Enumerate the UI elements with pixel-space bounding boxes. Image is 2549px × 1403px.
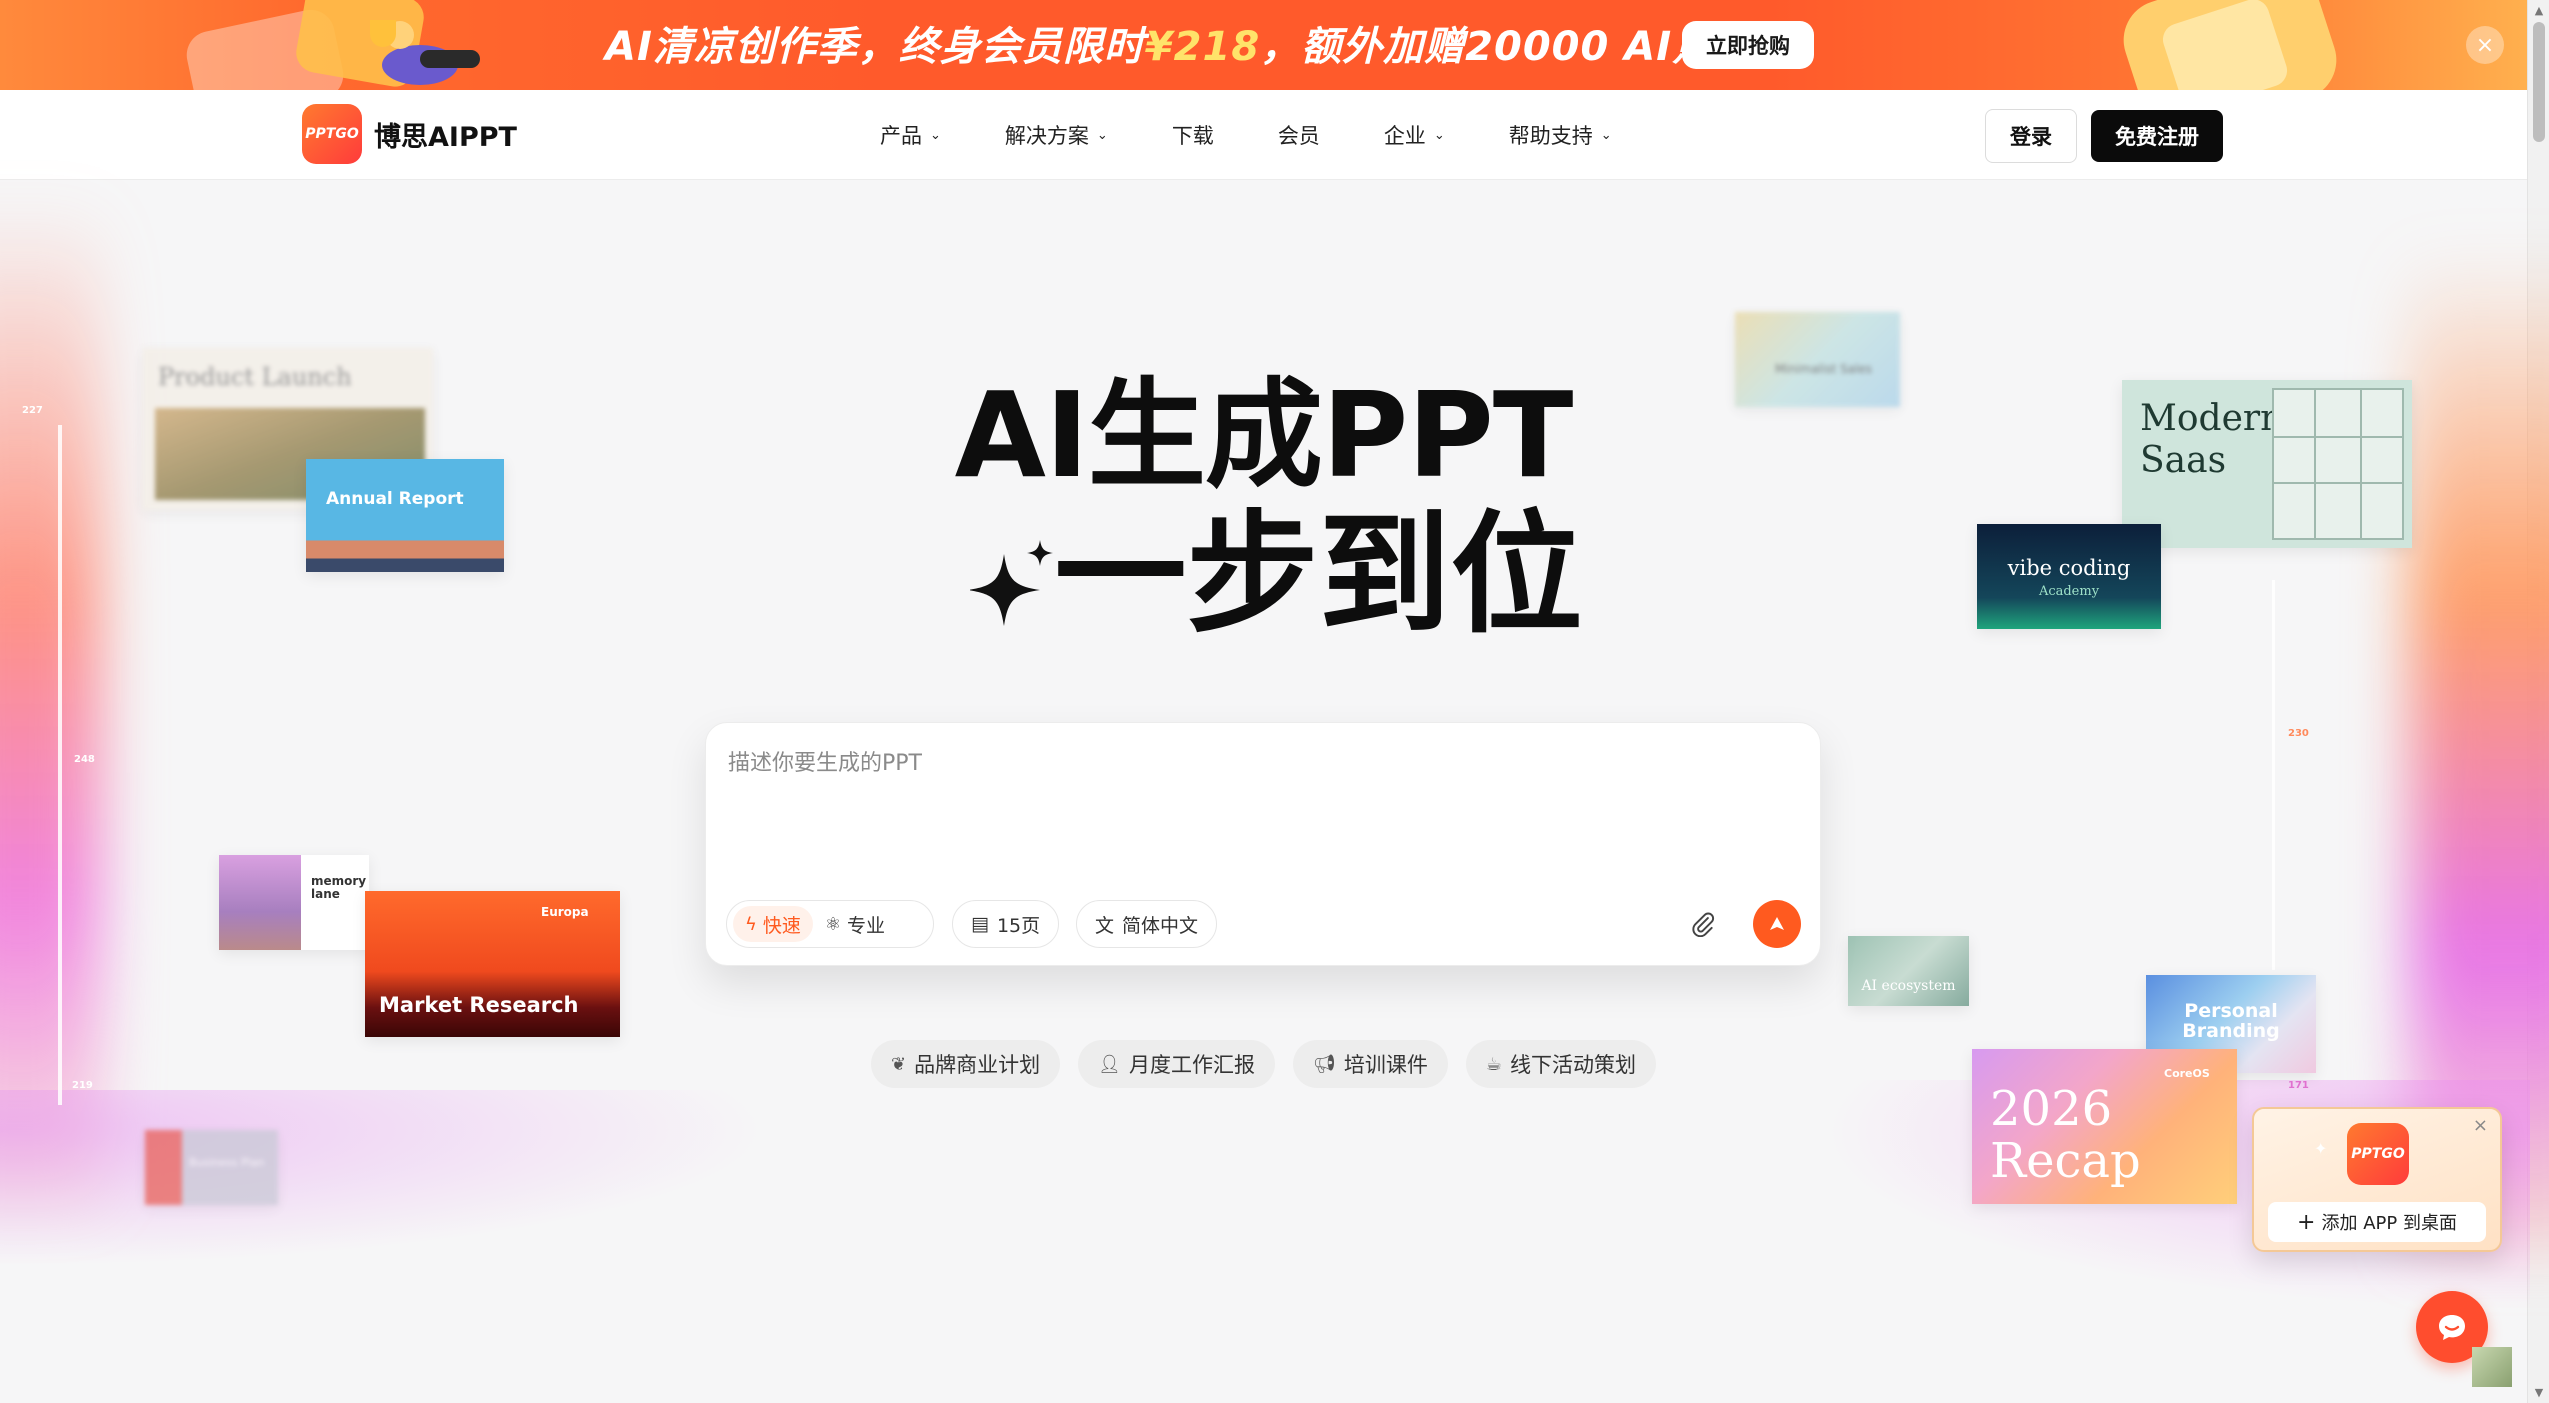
- atom-icon: ⚛: [824, 913, 842, 935]
- decorative-number: 248: [74, 754, 95, 765]
- paperclip-icon[interactable]: [1688, 909, 1718, 939]
- card-title: AI ecosystem: [1861, 978, 1956, 994]
- suggestion-chip-training[interactable]: 📢︎ 培训课件: [1292, 1040, 1448, 1088]
- trophy-figure-illustration: [370, 20, 480, 85]
- decorative-number: 230: [2288, 728, 2309, 739]
- nav-item-help[interactable]: 帮助支持 ⌄: [1509, 120, 1612, 150]
- language-value: 简体中文: [1122, 914, 1199, 937]
- chat-bubble-icon: [2439, 1315, 2465, 1340]
- background-glow: [0, 1090, 900, 1290]
- close-icon[interactable]: ×: [2466, 26, 2504, 64]
- nav-menu: 产品 ⌄ 解决方案 ⌄ 下载 会员 企业 ⌄ 帮助支持 ⌄: [880, 90, 1676, 180]
- chip-label: 线下活动策划: [1509, 1053, 1636, 1077]
- sparkle-icon: ✦: [2314, 1139, 2328, 1158]
- coffee-icon: ☕︎: [1485, 1053, 1502, 1075]
- page-count-selector[interactable]: ▤ 15页: [952, 900, 1060, 948]
- top-navbar: PPTGO 博思AIPPT 产品 ⌄ 解决方案 ⌄ 下载 会员 企业 ⌄ 帮助支持 ⌄ …: [0, 90, 2527, 180]
- login-button[interactable]: 登录: [1985, 109, 2077, 163]
- scroll-up-arrow-icon[interactable]: ▲: [2533, 4, 2545, 17]
- hero-title: AI生成PPT: [954, 366, 1574, 504]
- chevron-down-icon: ⌄: [1433, 127, 1445, 143]
- language-selector[interactable]: 文简体中文: [1076, 900, 1218, 948]
- nav-item-label: 帮助支持: [1508, 124, 1593, 148]
- prompt-box: ϟ快速 ⚛专业 ▤ 15页 文简体中文: [705, 722, 1821, 966]
- slides-icon: ▤: [971, 913, 989, 935]
- scroll-down-arrow-icon[interactable]: ▼: [2533, 1386, 2545, 1399]
- chevron-down-icon: ⌄: [1600, 127, 1612, 143]
- suggestion-chips: ❦ 品牌商业计划 👤︎ 月度工作汇报 📢︎ 培训课件 ☕︎ 线下活动策划: [0, 1040, 2527, 1088]
- suggestion-chip-event-planning[interactable]: ☕︎ 线下活动策划: [1465, 1040, 1656, 1088]
- promo-text: AI清凉创作季，终身会员限时¥218，额外加赠20000 AI点: [605, 24, 1714, 70]
- card-title: memory lane: [311, 874, 367, 901]
- close-icon[interactable]: ×: [2473, 1115, 2488, 1136]
- mode-label: 快速: [762, 914, 801, 937]
- nav-item-products[interactable]: 产品 ⌄: [880, 120, 941, 150]
- chevron-down-icon: ⌄: [930, 127, 941, 143]
- card-title: Business Plan: [189, 1156, 265, 1169]
- mode-pro-button[interactable]: ⚛ 专业: [813, 906, 897, 942]
- chevron-down-icon: ⌄: [1096, 127, 1108, 143]
- nav-item-membership[interactable]: 会员: [1278, 120, 1320, 150]
- nav-item-label: 解决方案: [1004, 124, 1089, 148]
- corner-thumbnail: [2472, 1347, 2512, 1387]
- nav-item-label: 下载: [1171, 124, 1214, 148]
- lightning-icon: ϟ: [745, 913, 757, 935]
- suggestion-chip-monthly-report[interactable]: 👤︎ 月度工作汇报: [1078, 1040, 1275, 1088]
- add-app-button[interactable]: + 添加 APP 到桌面: [2268, 1202, 2486, 1242]
- mode-fast-button[interactable]: ϟ 快速: [733, 906, 813, 942]
- promo-price: ¥218: [1144, 24, 1261, 70]
- send-arrow-icon: [1770, 917, 1784, 930]
- add-app-label: 添加 APP 到桌面: [2321, 1213, 2457, 1234]
- translate-icon: 文: [1095, 914, 1115, 937]
- megaphone-icon: 📢︎: [1312, 1053, 1336, 1075]
- pptgo-logo-icon: PPTGO: [302, 104, 362, 164]
- template-card-market-research: Europa Market Research: [365, 891, 620, 1037]
- template-card-ai-ecosystem: AI ecosystem: [1848, 936, 1969, 1006]
- send-button[interactable]: [1753, 900, 1801, 948]
- leaf-icon: ❦: [891, 1053, 907, 1075]
- nav-item-label: 会员: [1277, 124, 1320, 148]
- mode-toggle: ϟ 快速 ⚛ 专业: [726, 900, 934, 948]
- nav-item-label: 产品: [880, 124, 922, 148]
- add-app-popup: × ✦ PPTGO + 添加 APP 到桌面: [2252, 1107, 2502, 1252]
- card-badge: Europa: [541, 905, 589, 919]
- plus-icon: +: [2297, 1209, 2316, 1235]
- pptgo-app-icon: PPTGO: [2347, 1123, 2409, 1185]
- brand-name: 博思AIPPT: [374, 121, 517, 153]
- promo-buy-button[interactable]: 立即抢购: [1682, 21, 1814, 69]
- nav-item-enterprise[interactable]: 企业 ⌄: [1384, 120, 1445, 150]
- card-image: [219, 855, 301, 950]
- card-title: Personal Branding: [2182, 1000, 2280, 1042]
- page-count-value: 15页: [996, 914, 1041, 937]
- template-card-memory-lane: memory lane: [219, 855, 369, 950]
- scroll-thumb[interactable]: [2533, 22, 2545, 142]
- template-card-business-plan: Business Plan: [145, 1130, 278, 1205]
- card-title: 2026 Recap: [1990, 1081, 2141, 1189]
- chip-label: 培训课件: [1343, 1053, 1428, 1077]
- prompt-input[interactable]: [726, 743, 1796, 863]
- brand-logo[interactable]: PPTGO 博思AIPPT: [302, 104, 517, 164]
- mode-label: 专业: [847, 914, 886, 937]
- nav-item-label: 企业: [1383, 124, 1426, 148]
- hero-subtitle: 一步到位: [1054, 498, 1583, 652]
- chip-label: 品牌商业计划: [914, 1053, 1041, 1077]
- register-button[interactable]: 免费注册: [2091, 110, 2223, 162]
- user-icon: 👤︎: [1098, 1053, 1121, 1075]
- card-title: Market Research: [379, 993, 579, 1017]
- nav-item-solutions[interactable]: 解决方案 ⌄: [1005, 120, 1108, 150]
- promo-banner: AI清凉创作季，终身会员限时¥218，额外加赠20000 AI点 立即抢购 ×: [0, 0, 2527, 90]
- nav-item-download[interactable]: 下载: [1172, 120, 1214, 150]
- chip-label: 月度工作汇报: [1128, 1053, 1255, 1077]
- suggestion-chip-business-plan[interactable]: ❦ 品牌商业计划: [871, 1040, 1061, 1088]
